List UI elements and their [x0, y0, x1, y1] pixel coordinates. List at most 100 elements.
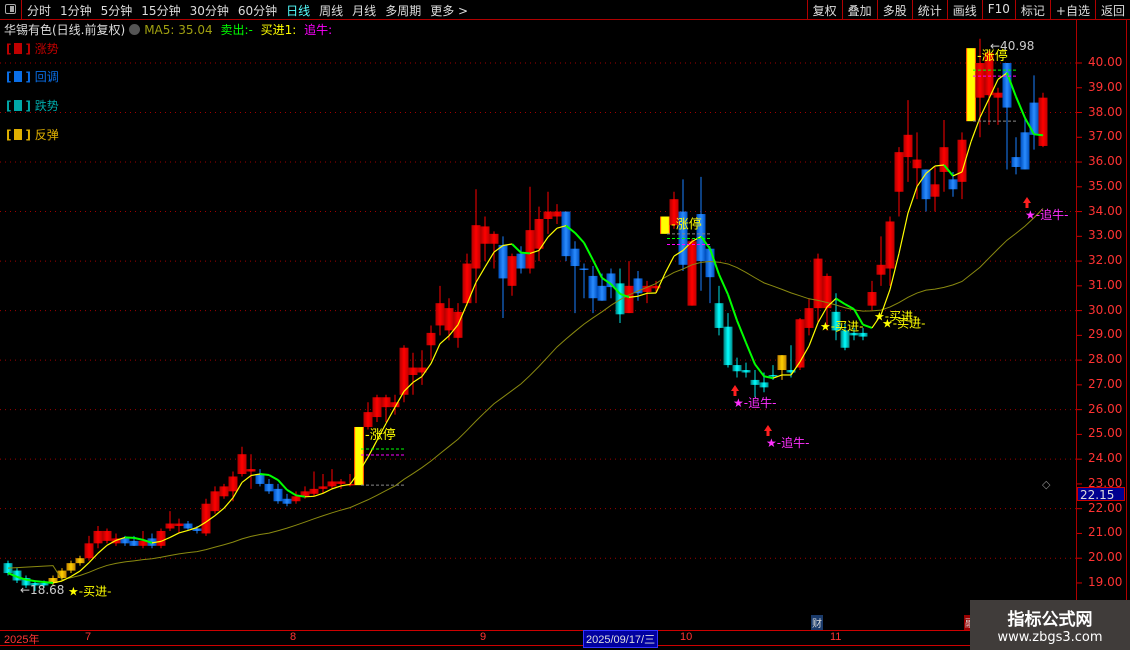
candle-body [435, 303, 445, 326]
y-tick-label: 30.00 [1088, 302, 1123, 317]
candle [912, 132, 922, 200]
buy-signal-label: ★-买进- [820, 319, 863, 333]
ma5-segment [178, 529, 189, 534]
ma5-segment [637, 292, 648, 297]
candlestick-chart[interactable]: -涨停-涨停-涨停★-买进-★-买进- ★-买进-★-买进-★-追牛-★-追牛-★… [0, 0, 1130, 650]
ma5-segment [727, 294, 738, 321]
toolbar-button[interactable]: F10 [981, 0, 1015, 19]
ma5-segment [718, 274, 729, 295]
period-tab[interactable]: 15分钟 [141, 4, 180, 18]
diamond-icon[interactable]: ◇ [1042, 478, 1050, 491]
period-tab[interactable]: 周线 [319, 4, 343, 18]
candle [201, 498, 211, 536]
candle [579, 263, 589, 299]
candle-body [552, 211, 562, 217]
stock-title[interactable]: 华锡有色(日线.前复权) [4, 23, 125, 37]
legend-rising: [] 涨势 [6, 42, 59, 56]
candle-body [219, 486, 229, 497]
period-tab[interactable]: 日线 [286, 4, 310, 18]
ma5-value: MA5: 35.04 [144, 23, 213, 37]
up-arrow-icon [1023, 197, 1031, 208]
candle-body [966, 48, 976, 122]
toolbar-button[interactable]: 统计 [911, 0, 947, 19]
y-axis-edge [1126, 20, 1127, 650]
candle [282, 493, 292, 507]
high-price-label: ←40.98 [990, 39, 1034, 53]
toolbar-button[interactable]: 多股 [876, 0, 912, 19]
candle-body [732, 365, 742, 372]
period-tab[interactable]: 5分钟 [101, 4, 133, 18]
candle [309, 471, 319, 497]
toolbar-button[interactable]: 标记 [1014, 0, 1050, 19]
candle-body [525, 230, 535, 269]
candle [786, 345, 796, 378]
y-tick-label: 36.00 [1088, 154, 1123, 169]
ma5-segment [754, 363, 765, 377]
candle-body [894, 152, 904, 192]
period-tab[interactable]: 60分钟 [238, 4, 277, 18]
candle [993, 87, 1003, 125]
panel-toggle-icon[interactable] [0, 0, 22, 19]
signal-annotations: -涨停-涨停-涨停★-买进-★-买进- ★-买进-★-买进-★-追牛-★-追牛-★… [20, 39, 1068, 598]
candle [687, 238, 697, 306]
ma5-segment [268, 474, 279, 481]
candle [804, 298, 814, 336]
watermark: 指标公式网 www.zbgs3.com [970, 600, 1130, 650]
candle [210, 486, 220, 514]
candle-body [102, 530, 112, 541]
candle-body [381, 397, 391, 408]
candle [930, 166, 940, 212]
ma5-segment [259, 473, 270, 477]
chase-signal-label: ★-追牛- [733, 395, 776, 410]
toolbar-button[interactable]: 画线 [946, 0, 982, 19]
ma5-segment [169, 532, 180, 538]
y-tick-label: 35.00 [1088, 178, 1123, 193]
period-tab[interactable]: 分时 [27, 4, 51, 18]
ma5-segment [862, 323, 873, 329]
candle [156, 528, 166, 549]
ma5-segment [763, 375, 774, 380]
candle-body [498, 244, 508, 279]
ma5-segment [412, 375, 423, 383]
candle-body [174, 523, 184, 527]
toolbar-button[interactable]: 复权 [806, 0, 842, 19]
legend-label: 回调 [34, 70, 59, 84]
toolbar-button[interactable]: +自选 [1049, 0, 1095, 19]
candle [570, 241, 580, 314]
period-tab[interactable]: 更多 > [430, 4, 468, 18]
candle-body [273, 488, 283, 502]
ma5-segment [25, 578, 36, 583]
finance-marker[interactable]: 财 [811, 615, 823, 630]
candle-body [507, 256, 517, 286]
period-tab[interactable]: 1分钟 [60, 4, 92, 18]
candle-body [471, 225, 481, 269]
buy-signal: 买进1: [260, 23, 297, 37]
candle-body [480, 226, 490, 244]
up-arrow-icon [764, 425, 772, 436]
y-tick-label: 39.00 [1088, 79, 1123, 94]
ma5-segment [664, 255, 675, 274]
toolbar-button[interactable]: 叠加 [841, 0, 877, 19]
ma5-segment [574, 232, 585, 244]
y-tick-label: 31.00 [1088, 277, 1123, 292]
candle-body [84, 543, 94, 559]
candle [426, 325, 436, 361]
period-tab[interactable]: 多周期 [385, 4, 421, 18]
period-tab[interactable]: 月线 [352, 4, 376, 18]
candle-body [66, 563, 76, 571]
y-tick-label: 32.00 [1088, 253, 1123, 268]
period-tab[interactable]: 30分钟 [190, 4, 229, 18]
candle-body [165, 523, 175, 529]
y-tick-label: 24.00 [1088, 451, 1123, 466]
candle-body [903, 134, 913, 158]
current-price-label: 22.15 [1077, 487, 1125, 502]
candle [588, 266, 598, 314]
y-axis-line [1076, 20, 1077, 650]
dropdown-icon[interactable] [129, 24, 141, 35]
candle [525, 186, 535, 274]
toolbar-button[interactable]: 返回 [1094, 0, 1130, 19]
candle-body [336, 481, 346, 484]
candle [867, 280, 877, 311]
y-tick-label: 38.00 [1088, 104, 1123, 119]
legend-label: 涨势 [34, 42, 59, 56]
